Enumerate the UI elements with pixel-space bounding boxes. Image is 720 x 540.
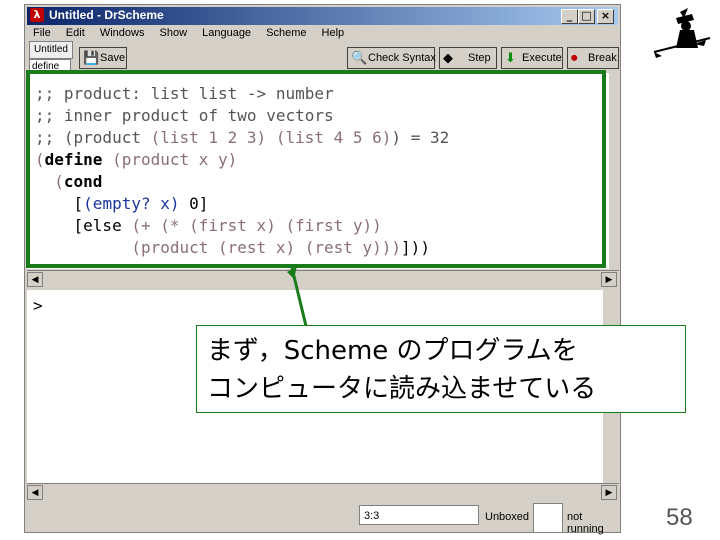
scroll-left-arrow-icon[interactable]: ◀	[27, 272, 43, 287]
menu-scheme[interactable]: Scheme	[266, 27, 306, 39]
menu-edit[interactable]: Edit	[66, 27, 85, 39]
scroll-left-arrow-icon[interactable]: ◀	[27, 485, 43, 500]
gc-indicator	[533, 503, 563, 533]
break-button[interactable]: ⏺ Break	[567, 47, 619, 69]
menu-show[interactable]: Show	[160, 27, 188, 39]
lambda-icon: λ	[30, 8, 44, 22]
maximize-button[interactable]: □	[578, 9, 595, 24]
cursor-position: 3:3	[359, 505, 479, 525]
annotation-line-1: まず，Scheme のプログラムを	[207, 336, 578, 366]
menu-file[interactable]: File	[33, 27, 51, 39]
save-label: Save	[100, 52, 126, 64]
menu-language[interactable]: Language	[202, 27, 251, 39]
down-arrow-icon: ⬇	[505, 50, 516, 65]
window-title: Untitled - DrScheme	[49, 8, 164, 22]
witch-logo-icon	[653, 8, 711, 58]
menu-help[interactable]: Help	[322, 27, 345, 39]
running-status: not running	[567, 511, 604, 535]
break-label: Break	[588, 52, 617, 64]
definitions-hscrollbar[interactable]: ◀ ▶	[27, 270, 619, 287]
check-syntax-label: Check Syntax	[368, 52, 436, 64]
annotation-line-2: コンピュータに読み込ませている	[207, 374, 597, 404]
menu-windows[interactable]: Windows	[100, 27, 145, 39]
step-button[interactable]: ◆ Step	[439, 47, 497, 69]
stop-icon: ⏺	[571, 50, 578, 65]
execute-button[interactable]: ⬇ Execute	[501, 47, 563, 69]
scroll-right-arrow-icon[interactable]: ▶	[601, 485, 617, 500]
save-button[interactable]: 💾 Save	[79, 47, 127, 69]
step-label: Step	[468, 52, 491, 64]
annotation-callout: まず，Scheme のプログラムを コンピュータに読み込ませている	[196, 325, 686, 413]
file-tab[interactable]: Untitled	[29, 41, 73, 59]
minimize-button[interactable]: _	[561, 9, 578, 24]
definitions-highlight-frame	[26, 70, 606, 268]
footprint-icon: ◆	[443, 50, 453, 65]
scroll-right-arrow-icon[interactable]: ▶	[601, 272, 617, 287]
magnifier-icon: 🔍	[351, 50, 368, 65]
title-bar[interactable]: λ Untitled - DrScheme _ □ ×	[27, 7, 618, 25]
interactions-hscrollbar[interactable]: ◀ ▶	[27, 483, 619, 500]
close-button[interactable]: ×	[597, 9, 614, 24]
repl-prompt: >	[33, 296, 43, 315]
page-number: 58	[666, 504, 693, 531]
floppy-icon: 💾	[83, 50, 100, 65]
execute-label: Execute	[522, 52, 562, 64]
check-syntax-button[interactable]: 🔍 Check Syntax	[347, 47, 436, 69]
unboxed-status: Unboxed	[485, 511, 530, 523]
menu-bar: File Edit Windows Show Language Scheme H…	[33, 27, 356, 39]
status-bar: 3:3 Unboxed not running	[27, 499, 619, 535]
